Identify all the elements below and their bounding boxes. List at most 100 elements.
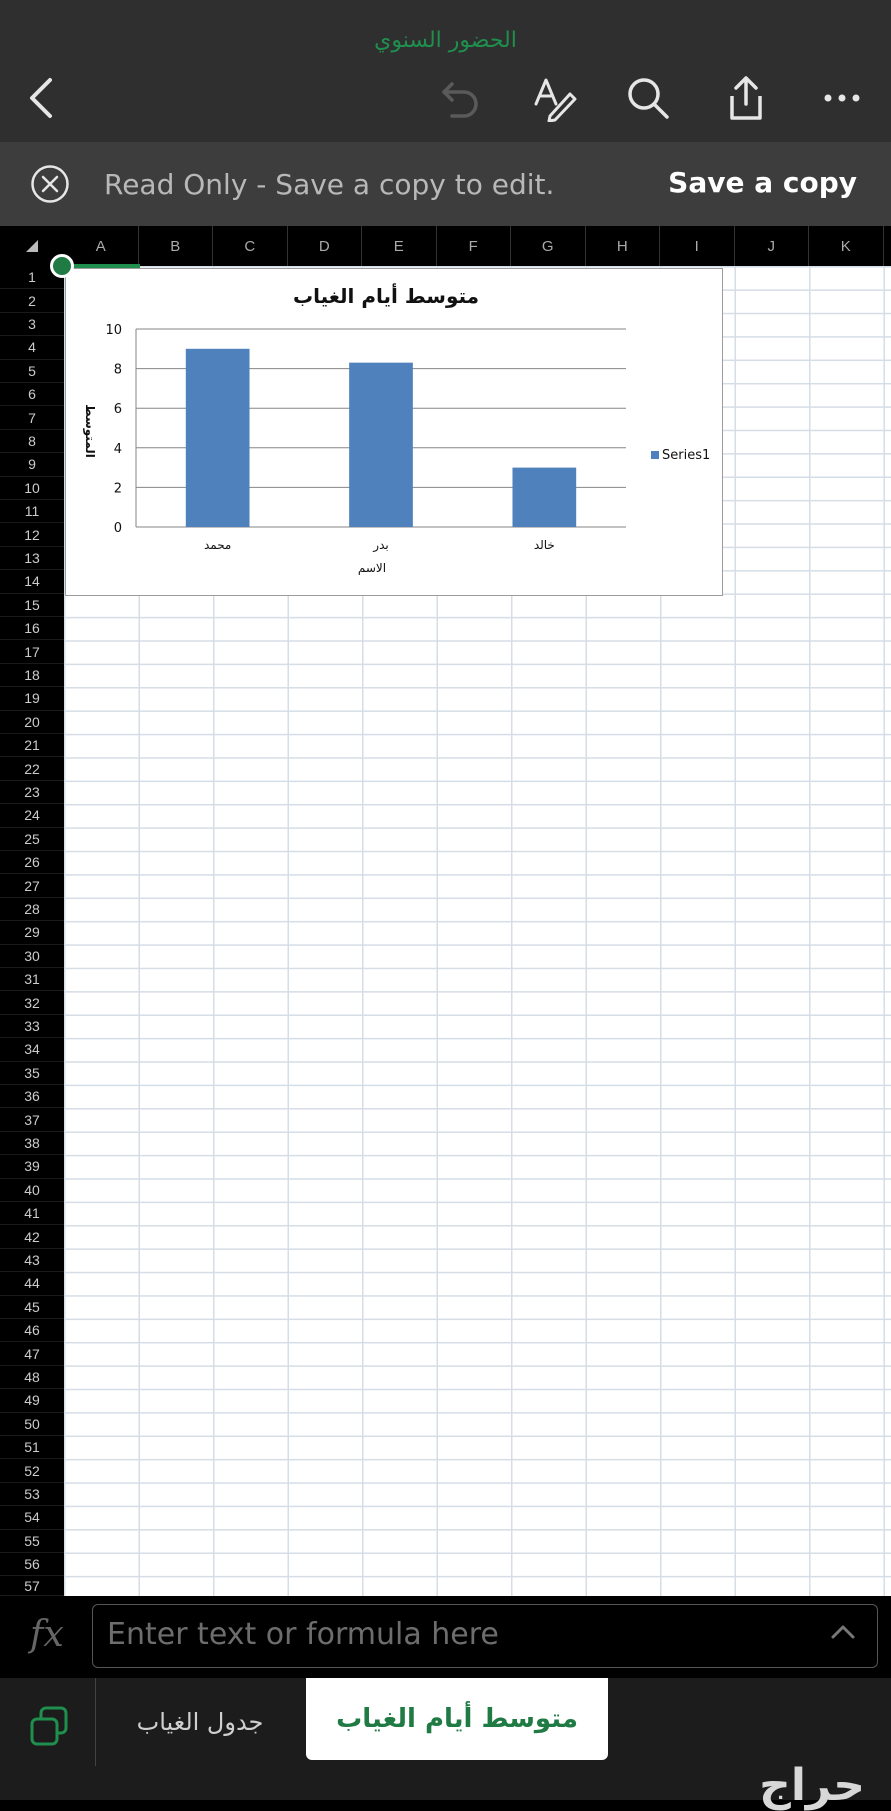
y-tick-label: 10 — [105, 323, 122, 338]
row-header[interactable]: 23 — [0, 780, 64, 805]
column-header-j[interactable]: J — [734, 226, 809, 266]
row-header[interactable]: 24 — [0, 804, 64, 828]
row-header[interactable]: 51 — [0, 1436, 64, 1460]
row-header[interactable]: 50 — [0, 1412, 64, 1436]
row-header[interactable]: 32 — [0, 991, 64, 1015]
row-header[interactable]: 10 — [0, 476, 64, 500]
row-header[interactable]: 26 — [0, 851, 64, 875]
save-copy-button[interactable]: Save a copy — [668, 166, 857, 199]
y-tick-label: 8 — [114, 363, 122, 378]
y-tick-label: 0 — [114, 521, 122, 536]
row-header[interactable]: 29 — [0, 921, 64, 945]
column-header-d[interactable]: D — [287, 226, 362, 266]
column-header-e[interactable]: E — [362, 226, 437, 266]
row-header[interactable]: 20 — [0, 710, 64, 734]
row-header[interactable]: 35 — [0, 1061, 64, 1085]
row-header[interactable]: 13 — [0, 546, 64, 571]
watermark-logo: حراج — [759, 1760, 865, 1811]
chevron-up-icon[interactable] — [829, 1619, 857, 1647]
row-header[interactable]: 36 — [0, 1085, 64, 1109]
row-header[interactable]: 44 — [0, 1272, 64, 1296]
chart-selection-handle[interactable] — [50, 254, 74, 278]
row-header[interactable]: 53 — [0, 1482, 64, 1507]
row-header[interactable]: 28 — [0, 897, 64, 922]
row-header[interactable]: 37 — [0, 1108, 64, 1132]
top-toolbar: الحضور السنوي — [0, 0, 891, 142]
row-header[interactable]: 9 — [0, 453, 64, 477]
row-header[interactable]: 48 — [0, 1365, 64, 1390]
sheet-tab-absence-table[interactable]: جدول الغياب — [100, 1678, 300, 1766]
read-only-banner: Read Only - Save a copy to edit. Save a … — [0, 142, 891, 226]
row-header[interactable]: 52 — [0, 1459, 64, 1483]
row-header[interactable]: 42 — [0, 1225, 64, 1249]
sheet-tabs-bar: جدول الغياب متوسط أيام الغياب حراج — [0, 1678, 891, 1811]
row-header[interactable]: 55 — [0, 1529, 64, 1553]
row-header[interactable]: 54 — [0, 1506, 64, 1530]
row-header[interactable]: 33 — [0, 1014, 64, 1039]
row-header[interactable]: 21 — [0, 734, 64, 758]
row-header[interactable]: 40 — [0, 1178, 64, 1202]
row-header[interactable]: 43 — [0, 1248, 64, 1273]
read-only-message: Read Only - Save a copy to edit. — [104, 168, 555, 201]
row-header[interactable]: 2 — [0, 289, 64, 313]
chart-x-ticks: محمد بدر خالد — [204, 538, 555, 553]
row-header[interactable]: 6 — [0, 383, 64, 407]
column-header-f[interactable]: F — [436, 226, 511, 266]
column-header-g[interactable]: G — [511, 226, 586, 266]
column-header-k[interactable]: K — [809, 226, 884, 266]
back-chevron-icon[interactable] — [14, 70, 70, 126]
row-header[interactable]: 12 — [0, 523, 64, 547]
function-icon[interactable]: fx — [30, 1614, 64, 1655]
row-header[interactable]: 30 — [0, 944, 64, 968]
row-header[interactable]: 3 — [0, 312, 64, 337]
row-header[interactable]: 4 — [0, 336, 64, 360]
row-header[interactable]: 17 — [0, 640, 64, 664]
row-header[interactable]: 34 — [0, 1038, 64, 1062]
sheet-tab-average-absence[interactable]: متوسط أيام الغياب — [306, 1678, 608, 1760]
column-header-a[interactable]: A — [64, 226, 139, 266]
bar — [349, 362, 413, 527]
row-header[interactable]: 56 — [0, 1553, 64, 1577]
column-header-h[interactable]: H — [585, 226, 660, 266]
chart-object[interactable]: متوسط أيام الغياب 0 2 4 6 8 10 محمد بدر خالد ال… — [65, 268, 723, 596]
row-header[interactable]: 38 — [0, 1131, 64, 1156]
row-header[interactable]: 7 — [0, 406, 64, 430]
draw-text-icon[interactable] — [526, 70, 582, 126]
row-header[interactable]: 47 — [0, 1342, 64, 1366]
chart-y-ticks: 0 2 4 6 8 10 — [105, 323, 122, 536]
row-header[interactable]: 41 — [0, 1202, 64, 1226]
sheets-list-icon[interactable] — [28, 1704, 70, 1748]
row-header[interactable]: 8 — [0, 429, 64, 454]
row-header[interactable]: 19 — [0, 687, 64, 711]
row-header[interactable]: 14 — [0, 570, 64, 594]
row-header[interactable]: 11 — [0, 500, 64, 524]
row-header[interactable]: 57 — [0, 1576, 64, 1596]
more-icon[interactable] — [814, 70, 870, 126]
legend-entry: Series1 — [662, 448, 710, 463]
share-icon[interactable] — [718, 70, 774, 126]
row-header[interactable]: 31 — [0, 968, 64, 992]
chart-title: متوسط أيام الغياب — [293, 282, 479, 308]
close-banner-icon[interactable] — [30, 164, 70, 204]
row-header[interactable]: 5 — [0, 359, 64, 383]
row-header[interactable]: 15 — [0, 593, 64, 617]
chart-bars — [185, 348, 577, 527]
formula-input[interactable]: Enter text or formula here — [92, 1604, 878, 1668]
row-header[interactable]: 22 — [0, 757, 64, 781]
row-header[interactable]: 25 — [0, 827, 64, 851]
tab-separator — [95, 1678, 96, 1766]
column-header-c[interactable]: C — [213, 226, 288, 266]
x-tick-label: بدر — [372, 538, 388, 553]
search-icon[interactable] — [620, 70, 676, 126]
row-header[interactable]: 46 — [0, 1319, 64, 1343]
column-header-b[interactable]: B — [138, 226, 213, 266]
row-header[interactable]: 27 — [0, 874, 64, 898]
column-header-i[interactable]: I — [660, 226, 735, 266]
row-header[interactable]: 45 — [0, 1295, 64, 1319]
row-header[interactable]: 16 — [0, 617, 64, 641]
row-header[interactable]: 39 — [0, 1155, 64, 1179]
row-header[interactable]: 18 — [0, 663, 64, 688]
undo-icon[interactable] — [432, 70, 488, 126]
row-header[interactable]: 49 — [0, 1389, 64, 1413]
bar-chart: متوسط أيام الغياب 0 2 4 6 8 10 محمد بدر خالد ال… — [82, 282, 710, 575]
